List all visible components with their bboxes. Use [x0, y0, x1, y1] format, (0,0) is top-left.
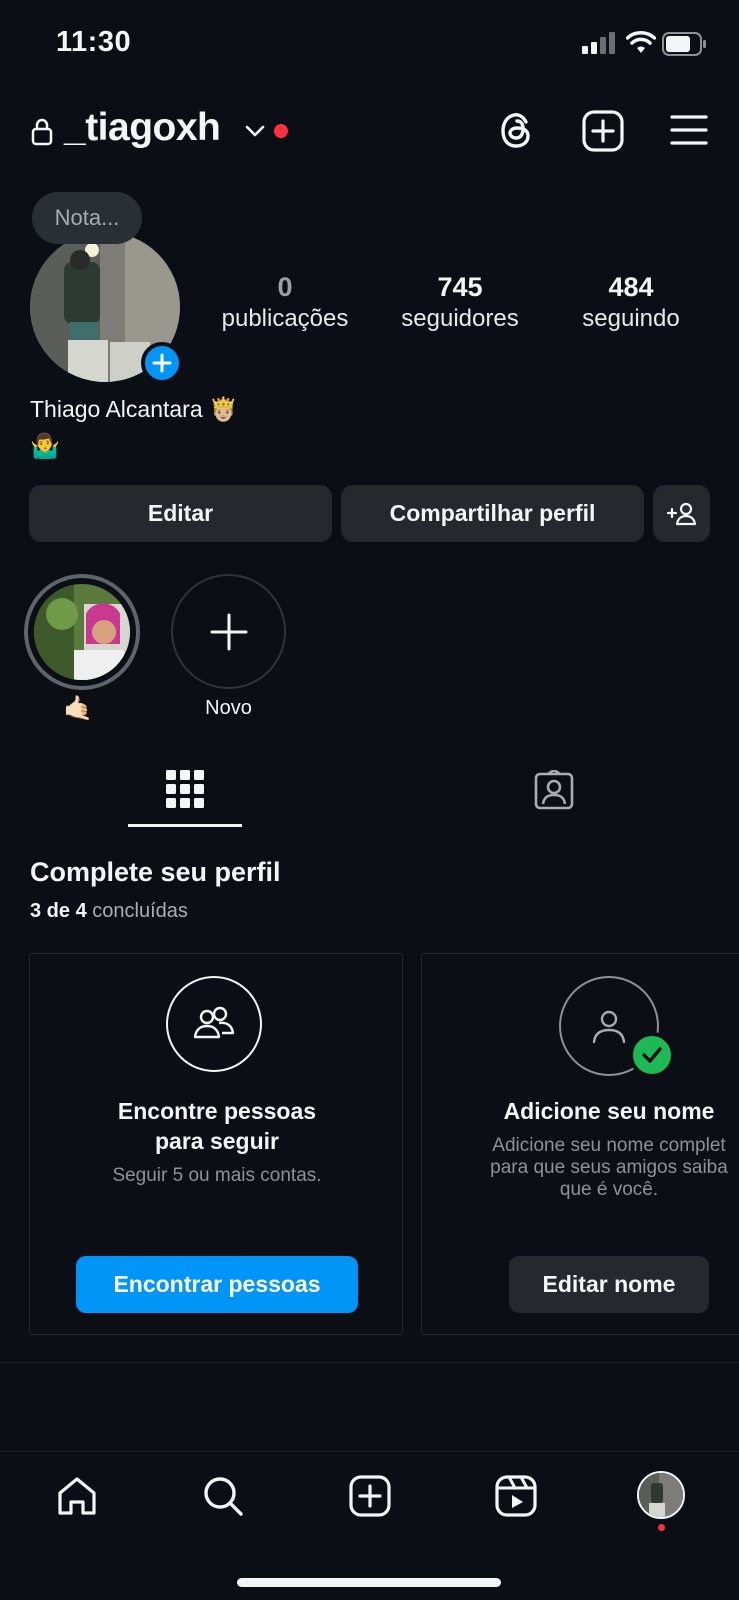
status-time: 11:30: [56, 26, 132, 58]
progress-count: 3 de 4: [30, 900, 87, 922]
chevron-down-icon[interactable]: [245, 124, 265, 138]
cellular-signal-icon: [582, 32, 618, 54]
card-add-name-desc-line2: para que seus amigos saiba: [490, 1157, 728, 1178]
tab-tagged[interactable]: [534, 770, 574, 810]
profile-display-name: Thiago Alcantara 🤴🏼: [30, 396, 238, 422]
wifi-icon: [626, 30, 656, 54]
suggestion-card-add-name: Adicione seu nome Adicione seu nome comp…: [421, 953, 739, 1335]
card-find-people-desc: Seguir 5 ou mais contas.: [112, 1165, 322, 1186]
home-icon: [58, 1477, 96, 1515]
home-indicator: [237, 1578, 501, 1587]
profile-notification-dot: [658, 1524, 665, 1531]
stat-following-count: 484: [608, 272, 654, 302]
highlight-1[interactable]: [24, 574, 140, 690]
share-profile-button[interactable]: Compartilhar perfil: [341, 485, 644, 542]
menu-icon[interactable]: [670, 114, 708, 146]
new-highlight-label: Novo: [205, 697, 252, 719]
notification-dot: [274, 124, 288, 138]
suggestion-card-find-people: Encontre pessoas para seguir Seguir 5 ou…: [29, 953, 403, 1335]
card-find-people-title-line1: Encontre pessoas: [117, 1098, 317, 1124]
card-add-name-title: Adicione seu nome: [503, 1098, 715, 1124]
grid-icon: [166, 770, 204, 808]
stat-followers-label: seguidores: [401, 305, 519, 332]
plus-icon: [210, 613, 247, 650]
create-icon: [349, 1475, 391, 1517]
stat-followers[interactable]: 745 seguidores: [385, 270, 535, 334]
active-tab-indicator: [128, 824, 242, 827]
section-divider: [0, 1362, 739, 1363]
tab-posts-grid[interactable]: [166, 770, 204, 808]
bottom-nav-divider: [0, 1451, 739, 1452]
people-icon: [166, 976, 262, 1072]
add-story-plus-icon[interactable]: [141, 342, 183, 384]
checkmark-icon: [629, 1032, 675, 1078]
profile-username[interactable]: _tiagoxh: [64, 106, 221, 150]
nav-reels[interactable]: [495, 1475, 537, 1517]
search-icon: [204, 1477, 243, 1516]
stat-following-label: seguindo: [582, 305, 680, 332]
highlight-1-label: 🤙🏻: [63, 695, 93, 722]
edit-profile-button[interactable]: Editar: [29, 485, 332, 542]
battery-icon: [662, 32, 708, 56]
stat-posts-count: 0: [277, 272, 293, 302]
stat-posts-label: publicações: [221, 305, 349, 332]
complete-profile-title: Complete seu perfil: [30, 857, 281, 887]
tagged-person-icon: [534, 770, 574, 810]
card-add-name-desc-line3: que é você.: [559, 1179, 659, 1200]
card-add-name-desc-line1: Adicione seu nome complet: [492, 1135, 726, 1156]
nav-create[interactable]: [349, 1475, 391, 1517]
stat-followers-count: 745: [437, 272, 483, 302]
create-post-icon[interactable]: [582, 110, 624, 152]
stat-following[interactable]: 484 seguindo: [556, 270, 706, 334]
stat-posts: 0 publicações: [210, 270, 360, 334]
add-person-icon: [666, 502, 696, 525]
progress-label: concluídas: [92, 900, 188, 922]
threads-icon[interactable]: [497, 110, 537, 150]
new-highlight-button[interactable]: [171, 574, 286, 689]
lock-icon: [31, 118, 53, 146]
nav-profile-avatar[interactable]: [637, 1471, 685, 1519]
card-find-people-title-line2: para seguir: [155, 1128, 279, 1154]
find-people-button[interactable]: Encontrar pessoas: [76, 1256, 358, 1313]
edit-name-button[interactable]: Editar nome: [509, 1256, 709, 1313]
discover-people-button[interactable]: [653, 485, 710, 542]
reels-icon: [495, 1475, 537, 1517]
highlight-1-thumbnail: [34, 584, 130, 680]
nav-home[interactable]: [56, 1475, 98, 1517]
complete-profile-progress: 3 de 4 concluídas: [30, 900, 188, 923]
profile-bio: 🤷‍♂️: [30, 433, 60, 460]
note-bubble[interactable]: Nota...: [32, 192, 142, 244]
nav-search[interactable]: [202, 1475, 244, 1517]
